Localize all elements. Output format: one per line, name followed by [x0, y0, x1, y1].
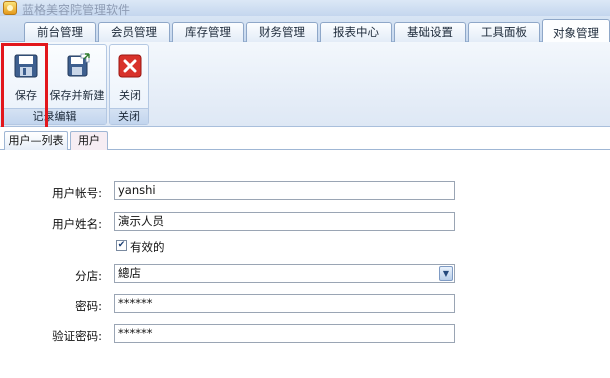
tab-member[interactable]: 会员管理	[98, 22, 170, 42]
name-label: 用户姓名:	[52, 217, 102, 231]
tab-user[interactable]: 用户	[70, 131, 108, 150]
name-input[interactable]: 演示人员	[114, 212, 455, 231]
account-label: 用户帐号:	[52, 186, 102, 200]
close-group-label: 关闭	[110, 108, 148, 124]
account-input[interactable]: yanshi	[114, 181, 455, 200]
title-bar: 蓝格美容院管理软件	[0, 0, 610, 17]
close-icon	[118, 54, 142, 78]
valid-checkbox[interactable]: ✔	[116, 240, 127, 251]
password-label: 密码:	[75, 299, 102, 313]
app-logo-icon	[3, 1, 17, 15]
tab-front-desk[interactable]: 前台管理	[24, 22, 96, 42]
valid-checkbox-label: 有效的	[130, 240, 165, 254]
tab-object-management[interactable]: 对象管理	[542, 19, 610, 43]
tab-user-list[interactable]: 用户—列表	[4, 131, 68, 150]
close-button[interactable]: 关闭	[112, 47, 148, 107]
confirm-password-label: 验证密码:	[52, 329, 102, 343]
chevron-down-icon[interactable]: ▼	[439, 266, 453, 281]
save-and-new-button-label: 保存并新建	[49, 89, 105, 102]
password-input[interactable]: ******	[114, 294, 455, 313]
document-tab-bar: 用户—列表 用户	[0, 127, 610, 150]
confirm-password-input[interactable]: ******	[114, 324, 455, 343]
save-and-new-icon	[67, 53, 90, 77]
main-menu-bar: 前台管理 会员管理 库存管理 财务管理 报表中心 基础设置 工具面板 对象管理	[0, 16, 610, 43]
branch-select[interactable]: 總店 ▼	[114, 264, 455, 283]
tab-reports[interactable]: 报表中心	[320, 22, 392, 42]
close-button-label: 关闭	[119, 89, 141, 102]
tab-tools[interactable]: 工具面板	[468, 22, 540, 42]
branch-select-value: 總店	[118, 266, 141, 280]
save-and-new-button[interactable]: 保存并新建	[47, 47, 107, 107]
branch-label: 分店:	[75, 269, 102, 283]
tab-finance[interactable]: 财务管理	[246, 22, 318, 42]
tab-basic-settings[interactable]: 基础设置	[394, 22, 466, 42]
ribbon-toolbar: 保存 保存并新建 记录编辑 关闭 关闭	[0, 42, 610, 143]
tab-inventory[interactable]: 库存管理	[172, 22, 244, 42]
close-group: 关闭 关闭	[109, 44, 149, 125]
user-form: 用户帐号: yanshi 用户姓名: 演示人员 ✔ 有效的 分店: 總店 ▼ 密…	[0, 150, 610, 378]
